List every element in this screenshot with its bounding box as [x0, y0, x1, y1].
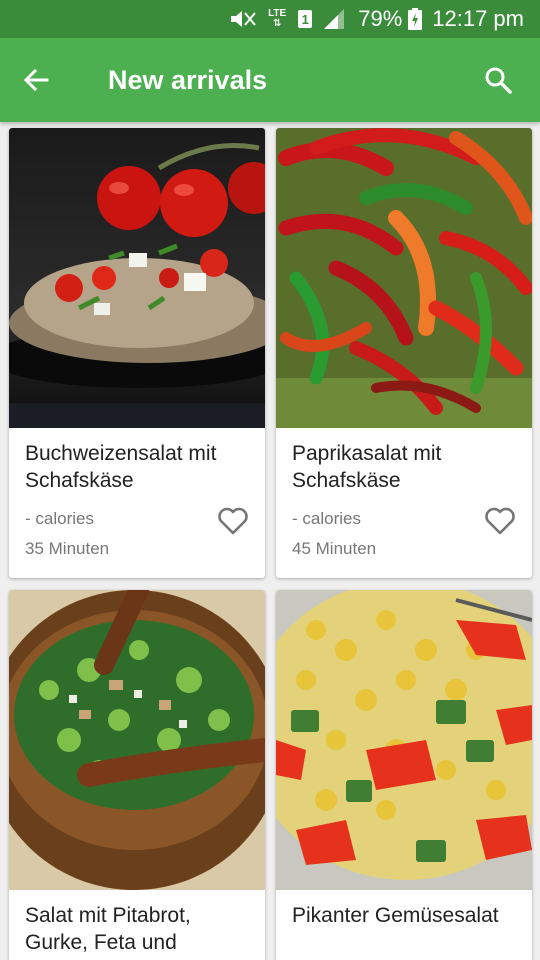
recipe-calories: - calories: [292, 509, 361, 528]
recipe-meta: - calories 35 Minuten: [9, 506, 265, 560]
recipe-card[interactable]: Paprikasalat mit Schafskäse - calories 4…: [276, 128, 532, 578]
recipe-card[interactable]: Pikanter Gemüsesalat: [276, 590, 532, 960]
page-title: New arrivals: [108, 64, 268, 95]
recipe-name: Paprikasalat mit Schafskäse: [292, 442, 442, 492]
clock: 12:17 pm: [432, 6, 524, 31]
sim-icon: 1: [298, 10, 313, 28]
recipe-photo-vegetable-salad: [276, 590, 532, 890]
recipe-photo-pita-salad: [9, 590, 265, 890]
recipe-name: Salat mit Pitabrot, Gurke, Feta und: [25, 904, 191, 954]
recipe-duration: 45 Minuten: [292, 539, 377, 558]
status-bar: LTE ⇅ 1 79% 12:17 pm: [0, 0, 540, 38]
recipe-name: Pikanter Gemüsesalat: [292, 904, 499, 927]
recipe-card[interactable]: Salat mit Pitabrot, Gurke, Feta und: [9, 590, 265, 960]
recipe-card[interactable]: Buchweizensalat mit Schafskäse - calorie…: [9, 128, 265, 578]
arrow-back-icon: [23, 68, 49, 92]
signal-icon: [322, 9, 345, 29]
sim-slot: 1: [301, 11, 309, 27]
search-button[interactable]: [456, 38, 540, 122]
app-bar: New arrivals: [0, 38, 540, 122]
recipe-meta: - calories 45 Minuten: [276, 506, 532, 560]
heart-outline-icon[interactable]: [484, 506, 516, 536]
lte-icon: LTE ⇅: [268, 8, 287, 29]
battery-percent: 79%: [358, 6, 403, 31]
search-icon: [485, 67, 512, 94]
recipe-photo-buckwheat-salad: [9, 128, 265, 428]
recipe-grid: Buchweizensalat mit Schafskäse - calorie…: [0, 122, 540, 960]
recipe-photo-pepper-salad: [276, 128, 532, 428]
recipe-calories: - calories: [25, 509, 94, 528]
mute-icon: [228, 8, 258, 30]
heart-outline-icon[interactable]: [217, 506, 249, 536]
recipe-name: Buchweizensalat mit Schafskäse: [25, 442, 217, 492]
back-button[interactable]: [0, 38, 72, 122]
recipe-duration: 35 Minuten: [25, 539, 110, 558]
battery-charging-icon: [408, 8, 423, 30]
